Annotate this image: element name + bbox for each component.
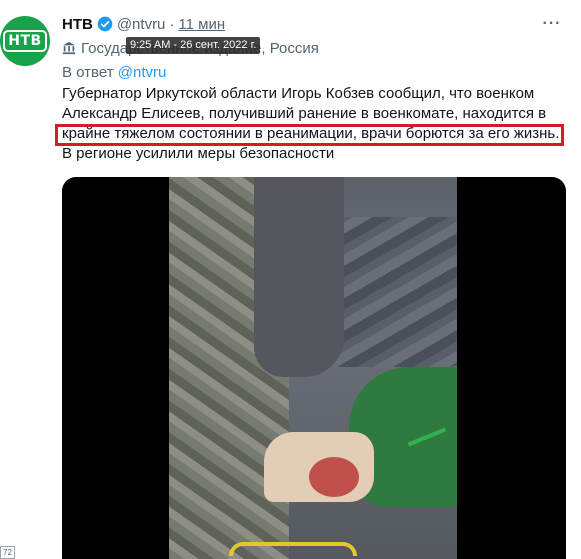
red-highlight-box xyxy=(55,124,564,146)
video-detail xyxy=(309,457,359,497)
tweet-timestamp-link[interactable]: 11 мин xyxy=(178,16,225,33)
author-name[interactable]: НТВ xyxy=(62,16,93,33)
separator-dot: · xyxy=(169,15,175,33)
side-badge: 72 xyxy=(0,546,15,559)
tweet-text-line: Александр Елисеев, получивший ранение в … xyxy=(62,105,547,122)
video-frame[interactable] xyxy=(169,177,457,559)
timestamp-tooltip: 9:25 AM - 26 сент. 2022 г. xyxy=(126,37,261,54)
video-arm xyxy=(254,177,344,377)
tweet-header: НТВ @ntvru · 11 мин xyxy=(62,14,225,34)
ntv-logo: НТВ xyxy=(3,30,47,52)
author-handle[interactable]: @ntvru xyxy=(117,16,166,33)
video-player[interactable] xyxy=(62,177,566,559)
more-options-icon[interactable]: ··· xyxy=(540,14,564,34)
reply-handle-link[interactable]: @ntvru xyxy=(118,64,167,81)
tweet-text-line: В регионе усилили меры безопасности xyxy=(62,145,335,162)
tweet-text-line: Губернатор Иркутской области Игорь Кобзе… xyxy=(62,85,535,102)
reply-context: В ответ @ntvru xyxy=(62,64,166,81)
government-building-icon xyxy=(62,41,76,55)
reply-prefix: В ответ xyxy=(62,64,114,81)
verified-badge-icon xyxy=(97,16,113,32)
video-yellow-rail xyxy=(229,542,357,556)
avatar[interactable]: НТВ xyxy=(0,16,50,66)
